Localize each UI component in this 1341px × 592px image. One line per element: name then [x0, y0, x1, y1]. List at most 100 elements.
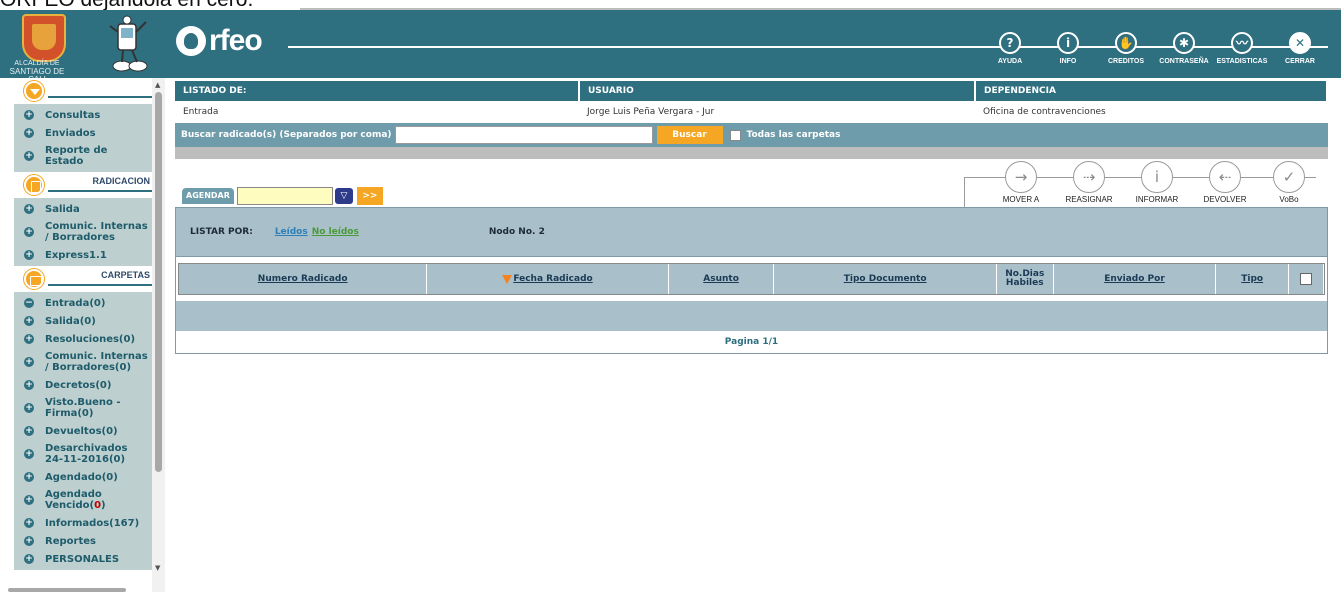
mover-a-button[interactable]: → MOVER A: [990, 161, 1052, 204]
nav-cerrar[interactable]: ✕ CERRAR: [1271, 32, 1329, 65]
pagination[interactable]: Pagina 1/1: [176, 331, 1327, 353]
listado-label: LISTADO DE:: [175, 81, 580, 101]
folder-item-decretos[interactable]: + Decretos(0): [14, 376, 152, 394]
folder-item-personales[interactable]: + PERSONALES: [14, 550, 152, 568]
sidebar-item-reporte-estado[interactable]: + Reporte de Estado: [14, 142, 152, 170]
informar-button[interactable]: i INFORMAR: [1126, 161, 1188, 204]
orfeo-wordmark: rfeo: [209, 24, 263, 57]
usuario-value: Jorge Luis Peña Vergara - Jur: [579, 101, 975, 123]
sidebar-item-enviados[interactable]: + Enviados: [14, 124, 152, 142]
filter-no-leidos-link[interactable]: No leídos: [312, 227, 359, 237]
devolver-button[interactable]: ⇠ DEVOLVER: [1194, 161, 1256, 204]
agendar-go-button[interactable]: >>: [356, 187, 383, 205]
folder-item-visto-bueno[interactable]: + Visto.Bueno - Firma(0): [14, 394, 152, 422]
separator-band: [175, 147, 1328, 159]
check-icon: ✓: [1273, 161, 1305, 193]
results-table: Numero Radicado Fecha Radicado Asunto Ti…: [175, 257, 1328, 354]
plus-icon: +: [24, 334, 34, 344]
col-numero-radicado[interactable]: Numero Radicado: [179, 264, 427, 294]
plus-icon: +: [24, 357, 34, 367]
action-toolbar: AGENDAR ▽ >> → MOVER A ⇢ REASIGNAR i INF…: [175, 159, 1328, 207]
col-enviado-por[interactable]: Enviado Por: [1053, 264, 1216, 294]
all-folders-checkbox[interactable]: [729, 129, 741, 141]
sidebar-scrollbar[interactable]: ▲ ▼: [152, 78, 165, 592]
minus-icon: −: [24, 298, 34, 308]
folder-item-informados[interactable]: + Informados(167): [14, 514, 152, 532]
main-content: LISTADO DE: USUARIO DEPENDENCIA Entrada …: [175, 81, 1328, 354]
search-bar: Buscar radicado(s) (Separados por coma) …: [175, 123, 1328, 147]
table-header: Numero Radicado Fecha Radicado Asunto Ti…: [178, 263, 1325, 295]
help-icon: ?: [999, 32, 1021, 54]
plus-icon: +: [24, 518, 34, 528]
folder-item-agendado-vencido[interactable]: + Agendado Vencido(0): [14, 486, 152, 514]
hand-icon: ✋: [1115, 32, 1137, 54]
folder-item-salida[interactable]: + Salida(0): [14, 312, 152, 330]
folder-item-devueltos[interactable]: + Devueltos(0): [14, 422, 152, 440]
search-label: Buscar radicado(s) (Separados por coma): [181, 130, 392, 140]
col-dias-habiles: No.Dias Habiles: [996, 264, 1053, 294]
nav-contrasena[interactable]: ✱ CONTRASEÑA: [1155, 32, 1213, 65]
plus-icon: +: [24, 380, 34, 390]
sidebar-item-salida[interactable]: + Salida: [14, 200, 152, 218]
alcaldia-logo[interactable]: ALCALDÍA DE SANTIAGO DE CALI: [0, 10, 170, 84]
radicacion-list: + Salida + Comunic. Internas / Borradores …: [14, 198, 152, 266]
top-navigation: ? AYUDA i INFO ✋ CREDITOS ✱ CONTRASEÑA 〰…: [981, 32, 1329, 65]
hscroll-thumb[interactable]: [8, 588, 126, 592]
mascot-icon: [109, 15, 148, 72]
close-icon: ✕: [1289, 32, 1311, 54]
plus-icon: +: [24, 426, 34, 436]
info-icon: i: [1141, 161, 1173, 193]
col-fecha-radicado[interactable]: Fecha Radicado: [427, 264, 668, 294]
orfeo-o-icon: [176, 26, 206, 56]
nav-ayuda[interactable]: ? AYUDA: [981, 32, 1039, 65]
info-icon: i: [1057, 32, 1079, 54]
filter-leidos-link[interactable]: Leídos: [275, 227, 308, 237]
search-button[interactable]: Buscar: [656, 126, 723, 144]
folder-item-reportes[interactable]: + Reportes: [14, 532, 152, 550]
dependencia-label: DEPENDENCIA: [975, 81, 1328, 101]
scroll-up-icon[interactable]: ▲: [155, 81, 160, 89]
carpetas-header: CARPETAS: [14, 266, 152, 292]
nav-estadisticas[interactable]: 〰 ESTADISTICAS: [1213, 32, 1271, 65]
horizontal-scrollbar[interactable]: [0, 588, 165, 592]
plus-icon: +: [24, 204, 34, 214]
col-tipo[interactable]: Tipo: [1216, 264, 1289, 294]
col-asunto[interactable]: Asunto: [668, 264, 774, 294]
col-tipo-documento[interactable]: Tipo Documento: [774, 264, 996, 294]
document-icon: [24, 175, 44, 195]
scroll-thumb[interactable]: [155, 92, 162, 472]
arrow-right-icon: →: [1005, 161, 1037, 193]
empty-results-band: [176, 301, 1327, 331]
folder-item-entrada[interactable]: − Entrada(0): [14, 294, 152, 312]
plus-icon: +: [24, 250, 34, 260]
folder-item-desarchivados[interactable]: + Desarchivados 24-11-2016(0): [14, 440, 152, 468]
sidebar-item-consultas[interactable]: + Consultas: [14, 106, 152, 124]
sidebar-item-express[interactable]: + Express1.1: [14, 246, 152, 264]
all-folders-label: Todas las carpetas: [746, 130, 841, 140]
agendar-date-input[interactable]: [236, 187, 333, 205]
nav-creditos[interactable]: ✋ CREDITOS: [1097, 32, 1155, 65]
sidebar-item-comunic-internas[interactable]: + Comunic. Internas / Borradores: [14, 218, 152, 246]
plus-icon: +: [24, 151, 34, 161]
plus-icon: +: [24, 472, 34, 482]
folder-item-agendado[interactable]: + Agendado(0): [14, 468, 152, 486]
search-input[interactable]: [394, 126, 653, 144]
action-buttons: → MOVER A ⇢ REASIGNAR i INFORMAR ⇠ DEVOL…: [964, 161, 1324, 207]
folder-item-resoluciones[interactable]: + Resoluciones(0): [14, 330, 152, 348]
nav-info[interactable]: i INFO: [1039, 32, 1097, 65]
asterisk-icon: ✱: [1173, 32, 1195, 54]
reasignar-button[interactable]: ⇢ REASIGNAR: [1058, 161, 1120, 204]
sidebar-menu-header[interactable]: [14, 78, 152, 104]
vobo-button[interactable]: ✓ VoBo: [1258, 161, 1320, 204]
scroll-down-icon[interactable]: ▼: [155, 564, 160, 572]
folder-item-comunic-internas[interactable]: + Comunic. Internas / Borradores(0): [14, 348, 152, 376]
calendar-dropdown-icon[interactable]: ▽: [334, 188, 353, 204]
shield-icon: [22, 14, 66, 62]
sort-desc-icon: [502, 274, 513, 284]
agendar-tab[interactable]: AGENDAR: [182, 188, 234, 204]
select-all-checkbox[interactable]: [1300, 273, 1313, 285]
plus-icon: +: [24, 403, 34, 413]
return-icon: ⇠: [1209, 161, 1241, 193]
listar-label: LISTAR POR:: [190, 227, 253, 237]
usuario-label: USUARIO: [579, 81, 976, 101]
